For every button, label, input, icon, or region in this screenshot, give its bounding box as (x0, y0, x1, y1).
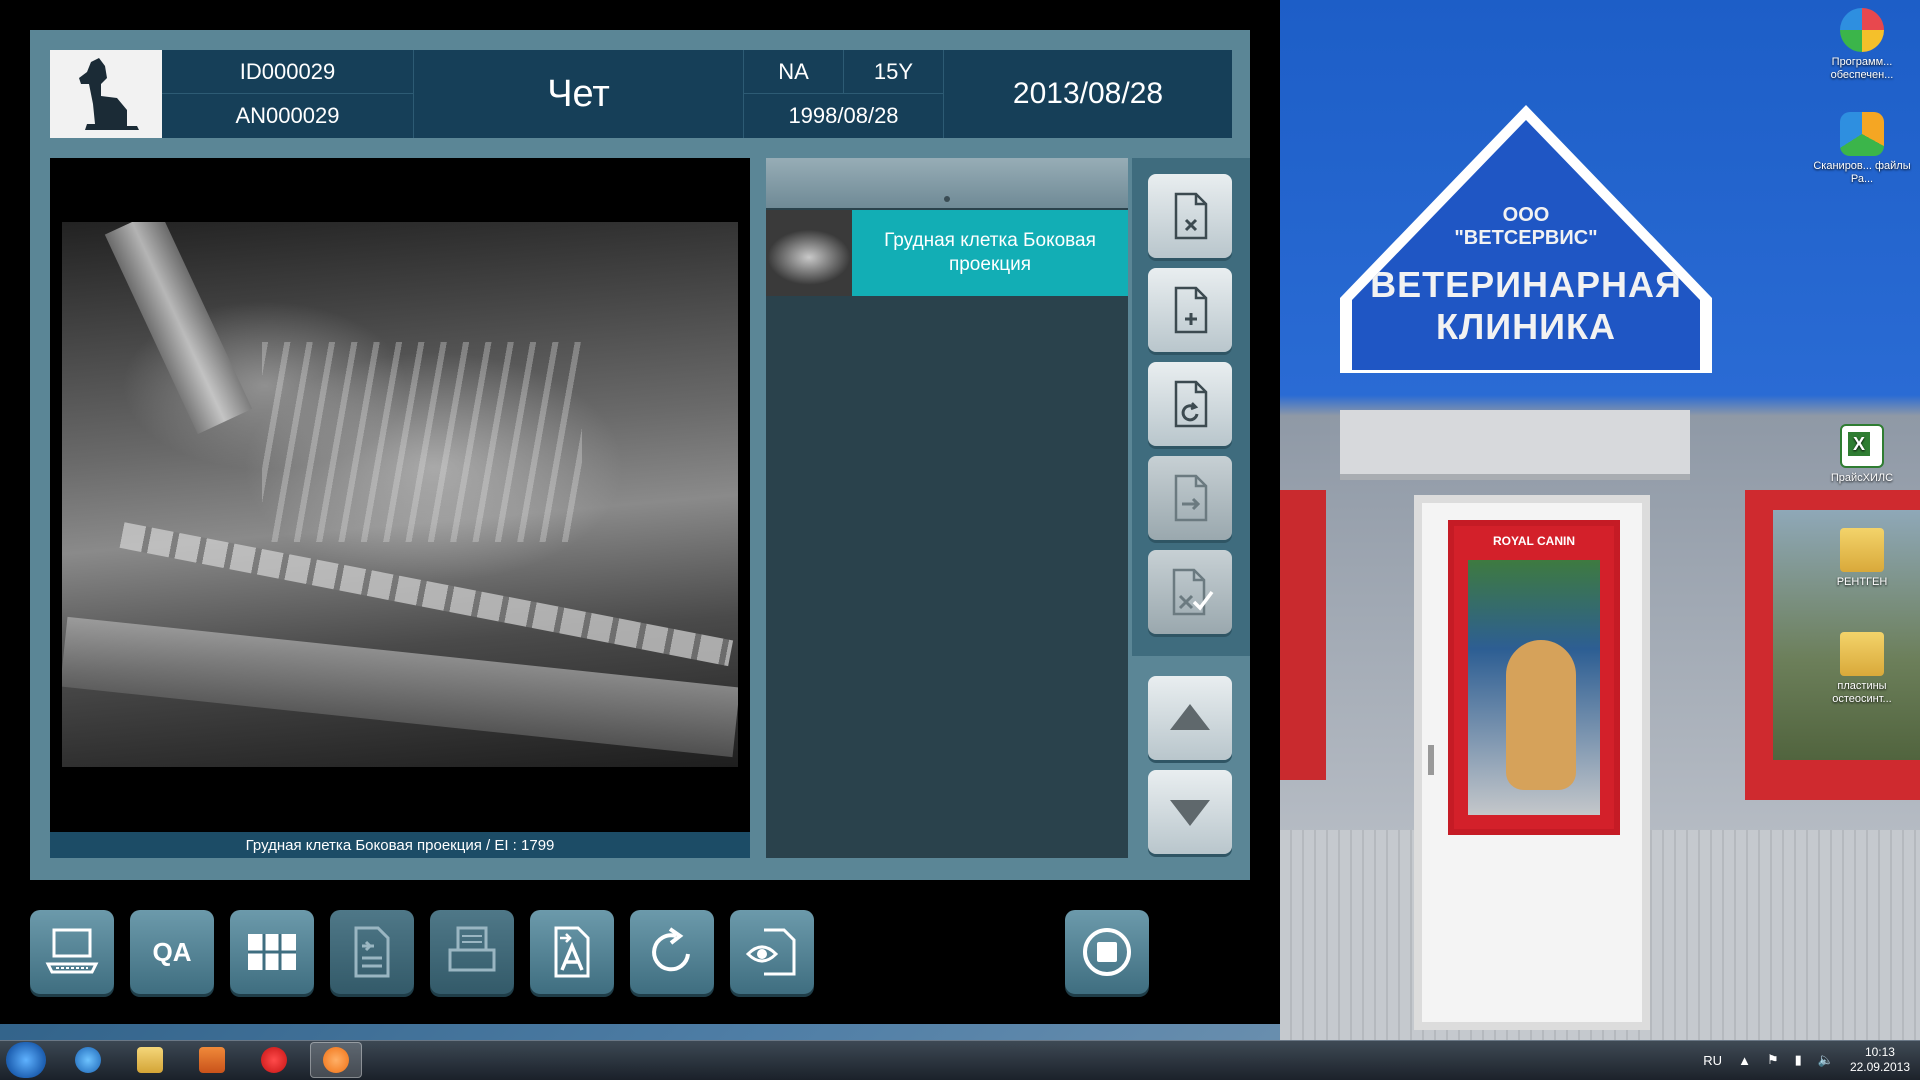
wallpaper-window-left (1280, 490, 1326, 780)
folder-icon (137, 1047, 163, 1073)
scan-icon (1840, 112, 1884, 156)
sign-line-1: ООО (1502, 204, 1550, 226)
triangle-down-icon (1170, 800, 1210, 826)
scroll-down-button[interactable] (1148, 770, 1232, 854)
delete-image-button[interactable] (1148, 174, 1232, 258)
patient-name: Чет (414, 50, 744, 138)
list-item[interactable]: Грудная клетка Боковая проекция (766, 210, 1128, 296)
sign-line-3: ВЕТЕРИНАРНАЯ (1370, 264, 1682, 305)
file-x-icon (1174, 192, 1208, 240)
scroll-up-button[interactable] (1148, 676, 1232, 760)
chevron-up-icon[interactable]: ▲ (1738, 1053, 1751, 1068)
retake-image-button[interactable] (1148, 362, 1232, 446)
taskbar-media-player[interactable] (186, 1042, 238, 1078)
desktop-icon-scan[interactable]: Сканиров... файлы Ра... (1812, 112, 1912, 186)
file-check-icon (1172, 568, 1214, 616)
acquisition-button[interactable] (30, 910, 114, 994)
wallpaper-poster: ROYAL CANIN (1448, 520, 1620, 835)
text-a-icon (554, 926, 590, 978)
taskbar-xray-app[interactable] (310, 1042, 362, 1078)
transfer-image-button[interactable] (1148, 456, 1232, 540)
poster-dog (1506, 640, 1576, 790)
desktop-icon-label: пластины остеосинт... (1832, 680, 1892, 705)
patient-sex: NA (744, 50, 844, 94)
flag-icon[interactable]: ⚑ (1767, 1052, 1779, 1068)
grid-icon (248, 934, 296, 970)
report-button[interactable] (330, 910, 414, 994)
birth-date: 1998/08/28 (744, 94, 944, 138)
file-arrow-icon (1174, 474, 1208, 522)
annotate-button[interactable] (530, 910, 614, 994)
accession-number: AN000029 (162, 94, 414, 138)
patient-id: ID000029 (162, 50, 414, 94)
program-icon (1840, 8, 1884, 52)
sign-line-4: КЛИНИКА (1436, 306, 1616, 347)
file-plus-icon (1174, 286, 1208, 334)
patient-age: 15Y (844, 50, 944, 94)
clock[interactable]: 10:13 22.09.2013 (1850, 1045, 1910, 1075)
desktop-icon-excel[interactable]: ПрайсХИЛС (1812, 424, 1912, 485)
start-button[interactable] (6, 1042, 46, 1078)
rotate-button[interactable] (630, 910, 714, 994)
system-tray: RU ▲ ⚑ ▮ 🔈 10:13 22.09.2013 (1703, 1042, 1910, 1078)
volume-icon[interactable]: 🔈 (1818, 1052, 1834, 1068)
xray-app-icon (323, 1047, 349, 1073)
document-icon (354, 926, 390, 978)
rotate-icon (652, 927, 690, 972)
accept-image-button[interactable] (1148, 550, 1232, 634)
taskbar-yandex-browser[interactable] (248, 1042, 300, 1078)
computer-icon (45, 928, 99, 974)
list-item-label: Грудная клетка Боковая проекция (852, 210, 1128, 296)
desktop-icon-label: Сканиров... файлы Ра... (1813, 160, 1911, 185)
poster-brand: ROYAL CANIN (1492, 534, 1575, 548)
qa-button[interactable]: QA (130, 910, 214, 994)
print-button[interactable] (430, 910, 514, 994)
folder-shortcut-icon (1840, 632, 1884, 676)
desktop-icon-label: Программ... обеспечен... (1830, 56, 1894, 81)
clock-date: 22.09.2013 (1849, 1060, 1910, 1074)
door-handle (1428, 745, 1434, 775)
species-dog-icon (50, 50, 162, 138)
add-image-button[interactable] (1148, 268, 1232, 352)
yandex-icon (261, 1047, 287, 1073)
stop-icon (1083, 928, 1131, 976)
language-indicator[interactable]: RU (1703, 1053, 1722, 1068)
eye-document-icon (745, 928, 796, 976)
dog-icon (79, 58, 139, 130)
media-player-icon (199, 1047, 225, 1073)
desktop-icon-label: РЕНТГЕН (1836, 576, 1888, 588)
sign-line-2: "ВЕТСЕРВИС" (1454, 227, 1598, 249)
ie-icon (75, 1047, 101, 1073)
view-button[interactable] (730, 910, 814, 994)
desktop-icon-xray-folder[interactable]: РЕНТГЕН (1812, 528, 1912, 589)
desktop-icon-plates-folder[interactable]: пластины остеосинт... (1812, 632, 1912, 706)
folder-icon (1840, 528, 1884, 572)
image-list-header (766, 158, 1128, 208)
desktop-icon-program[interactable]: Программ... обеспечен... (1812, 8, 1912, 82)
image-thumbnail (766, 210, 852, 296)
taskbar-explorer[interactable] (124, 1042, 176, 1078)
stop-button[interactable] (1065, 910, 1149, 994)
triangle-up-icon (1170, 704, 1210, 730)
desktop-icon-label: ПрайсХИЛС (1830, 472, 1894, 484)
study-date: 2013/08/28 (1012, 77, 1164, 110)
wallpaper-porch (1340, 410, 1690, 480)
xray-image[interactable] (62, 222, 738, 767)
network-icon[interactable]: ▮ (1795, 1052, 1802, 1068)
clock-time: 10:13 (1864, 1045, 1895, 1059)
qa-label: QA (152, 936, 192, 967)
image-caption: Грудная клетка Боковая проекция / EI : 1… (50, 832, 750, 858)
taskbar-ie[interactable] (62, 1042, 114, 1078)
file-refresh-icon (1174, 380, 1208, 428)
printer-icon (448, 926, 496, 972)
excel-icon (1840, 424, 1884, 468)
layout-grid-button[interactable] (230, 910, 314, 994)
